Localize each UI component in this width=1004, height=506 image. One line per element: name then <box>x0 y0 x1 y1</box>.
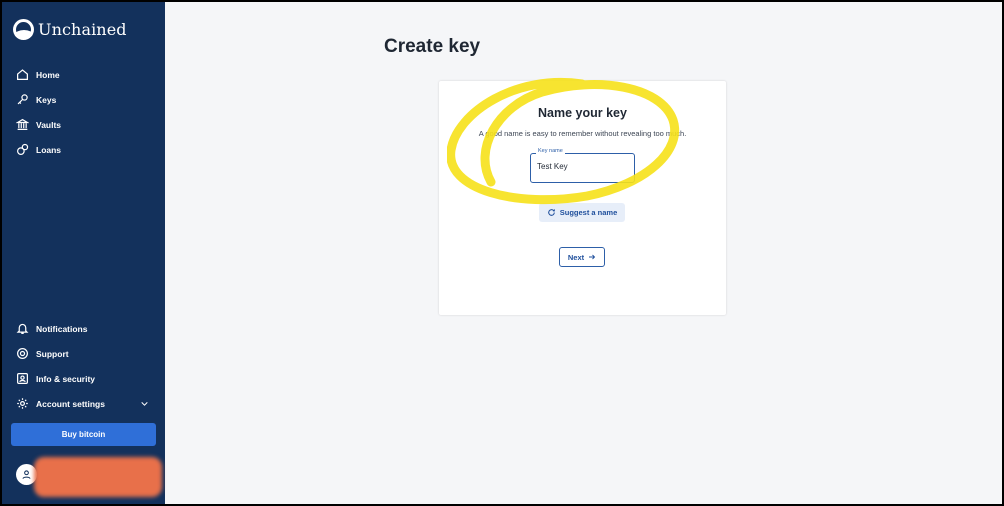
next-button[interactable]: Next <box>559 247 605 267</box>
support-icon <box>17 348 28 359</box>
key-name-input[interactable] <box>537 162 627 171</box>
sidebar-item-account-settings[interactable]: Account settings <box>2 391 165 416</box>
sidebar-item-vaults[interactable]: Vaults <box>2 112 165 137</box>
sidebar-item-label: Info & security <box>36 373 96 384</box>
sidebar-item-label: Home <box>36 69 60 80</box>
sidebar: Unchained Home Keys Vaults Loans Notific… <box>2 2 165 504</box>
card-title: Name your key <box>538 106 627 120</box>
bell-icon <box>16 323 29 334</box>
sidebar-item-support[interactable]: Support <box>2 341 165 366</box>
page-title: Create key <box>384 36 481 57</box>
key-name-label: Key name <box>536 148 565 154</box>
name-key-card: Name your key A good name is easy to rem… <box>439 81 726 315</box>
sidebar-item-info-security[interactable]: Info & security <box>2 366 165 391</box>
vault-icon <box>16 118 29 130</box>
logo-icon <box>13 19 34 40</box>
sidebar-item-label: Notifications <box>36 323 88 334</box>
id-badge-icon <box>17 373 28 384</box>
main-content: Create key Name your key A good name is … <box>165 2 1002 504</box>
app-window: Unchained Home Keys Vaults Loans Notific… <box>2 2 1002 504</box>
primary-nav: Home Keys Vaults Loans <box>2 62 165 162</box>
sidebar-item-notifications[interactable]: Notifications <box>2 316 165 341</box>
home-icon <box>17 69 28 80</box>
sidebar-item-label: Loans <box>36 144 62 155</box>
sidebar-item-label: Vaults <box>36 119 62 130</box>
redacted-user-name <box>34 457 162 497</box>
arrow-right-icon <box>589 254 596 260</box>
sidebar-item-label: Support <box>36 348 69 359</box>
brand-name: Unchained <box>38 20 127 39</box>
sidebar-item-label: Account settings <box>36 398 105 409</box>
sidebar-item-keys[interactable]: Keys <box>2 87 165 112</box>
refresh-icon <box>547 209 555 216</box>
brand-logo[interactable]: Unchained <box>13 19 127 40</box>
sidebar-item-loans[interactable]: Loans <box>2 137 165 162</box>
secondary-nav: Notifications Support Info & security Ac… <box>2 316 165 416</box>
loan-icon <box>17 143 29 155</box>
card-subtitle: A good name is easy to remember without … <box>478 129 687 138</box>
sidebar-item-home[interactable]: Home <box>2 62 165 87</box>
key-icon <box>17 94 28 105</box>
user-icon <box>22 470 31 479</box>
key-name-field: Key name <box>530 148 635 183</box>
gear-icon <box>17 398 28 409</box>
sidebar-item-label: Keys <box>36 94 57 105</box>
chevron-down-icon[interactable] <box>140 399 149 408</box>
next-label: Next <box>567 252 585 262</box>
suggest-name-label: Suggest a name <box>559 208 618 217</box>
buy-bitcoin-button[interactable]: Buy bitcoin <box>11 423 156 446</box>
suggest-name-button[interactable]: Suggest a name <box>539 203 625 222</box>
